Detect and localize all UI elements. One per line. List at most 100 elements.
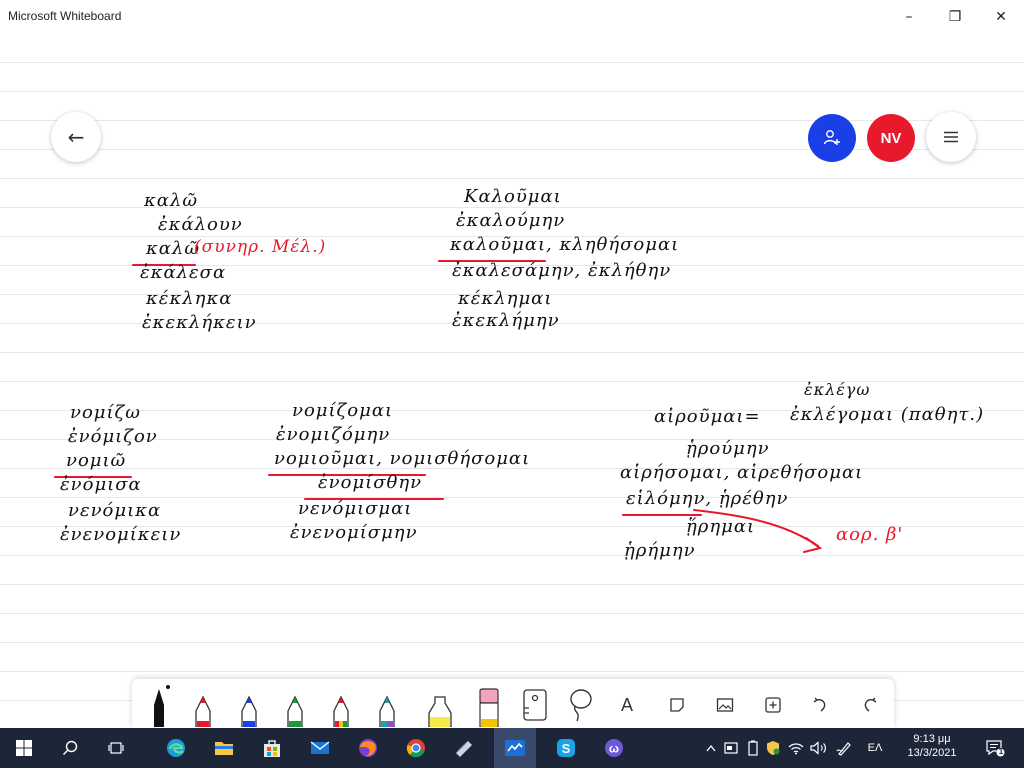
add-person-icon	[823, 130, 840, 145]
edge-icon	[167, 739, 185, 757]
wifi-button[interactable]	[786, 728, 806, 768]
highlighter-tool[interactable]	[420, 683, 460, 727]
pen-green-icon	[287, 695, 303, 727]
store-bag-icon	[264, 740, 280, 757]
shield-icon	[767, 741, 780, 755]
sticky-note-tool[interactable]	[662, 683, 692, 727]
highlighter-icon	[428, 696, 452, 727]
plus-box-icon	[765, 697, 781, 713]
chevron-up-icon	[706, 744, 716, 752]
whiteboard-canvas[interactable]: καλῶ ἐκάλουν καλῶ (συνηρ. Μέλ.) ἐκάλεσα …	[0, 34, 1024, 728]
ink-text: αἱροῦμαι=	[654, 406, 761, 427]
file-explorer-button[interactable]	[206, 728, 242, 768]
battery-icon-button[interactable]	[744, 728, 762, 768]
skype-button[interactable]: S	[548, 728, 584, 768]
ink-text: ᾑρούμην	[686, 438, 770, 459]
image-icon	[716, 698, 734, 712]
tray-window-icon	[724, 742, 738, 754]
pen-red-tool[interactable]	[186, 683, 220, 727]
clock-time: 9:13 μμ	[913, 733, 951, 745]
invite-button[interactable]	[808, 114, 856, 162]
add-content-tool[interactable]	[758, 683, 788, 727]
ink-text: ἐκάλεσα	[140, 262, 227, 283]
ink-text: ἐνομίσθην	[318, 472, 423, 493]
circle-app-icon: ω	[605, 739, 623, 757]
redo-button[interactable]	[854, 683, 884, 727]
search-icon	[63, 740, 78, 755]
task-view-icon	[108, 742, 124, 754]
svg-text:ω: ω	[609, 742, 619, 756]
whiteboard-app-icon	[505, 740, 525, 756]
pen-blue-tool[interactable]	[232, 683, 266, 727]
snip-tool-button[interactable]	[446, 728, 482, 768]
taskbar-clock[interactable]: 9:13 μμ 13/3/2021	[900, 731, 964, 765]
redo-icon	[864, 697, 877, 712]
ink-text: ἐκαλούμην	[456, 210, 566, 231]
ink-text: ἐκεκλήκειν	[142, 312, 257, 333]
avatar-initials: NV	[880, 129, 902, 147]
show-hidden-icons-button[interactable]	[702, 728, 720, 768]
tray-app-icon[interactable]	[722, 728, 740, 768]
ruler-tool[interactable]	[518, 683, 552, 727]
undo-icon	[813, 697, 826, 712]
ink-text: νενόμισμαι	[298, 498, 413, 519]
chrome-icon	[406, 739, 425, 758]
pen-galaxy-tool[interactable]	[370, 683, 404, 727]
eraser-icon	[479, 688, 499, 727]
ink-text: αἱρήσομαι, αἱρεθήσομαι	[620, 462, 864, 483]
undo-button[interactable]	[806, 683, 836, 727]
store-button[interactable]	[254, 728, 290, 768]
mail-icon	[310, 741, 330, 754]
start-button[interactable]	[8, 728, 40, 768]
chrome-button[interactable]	[398, 728, 434, 768]
pen-workspace-button[interactable]	[834, 728, 854, 768]
ink-text: νομιῶ	[66, 450, 127, 471]
text-tool[interactable]: A	[612, 683, 642, 727]
ink-red-note: (συνηρ. Μέλ.)	[194, 237, 327, 257]
hamburger-menu-icon	[944, 131, 958, 143]
ink-red-note: αορ. β'	[836, 524, 904, 545]
ink-text: ἐκεκλήμην	[452, 310, 560, 331]
lasso-icon	[570, 689, 592, 722]
volume-button[interactable]	[808, 728, 830, 768]
webex-button[interactable]: ω	[596, 728, 632, 768]
insert-image-tool[interactable]	[710, 683, 740, 727]
settings-menu-button[interactable]	[926, 112, 976, 162]
defender-icon-button[interactable]	[764, 728, 782, 768]
notifications-button[interactable]: 1	[978, 728, 1012, 768]
pen-rainbow-tool[interactable]	[324, 683, 358, 727]
edge-button[interactable]	[158, 728, 194, 768]
eraser-tool[interactable]	[472, 683, 506, 727]
pen-rainbow-icon	[333, 695, 349, 727]
task-view-button[interactable]	[100, 728, 132, 768]
search-button[interactable]	[54, 728, 86, 768]
pen-green-tool[interactable]	[278, 683, 312, 727]
mail-button[interactable]	[302, 728, 338, 768]
firefox-button[interactable]	[350, 728, 386, 768]
back-button[interactable]: ←	[51, 112, 101, 162]
whiteboard-taskbar-button[interactable]	[494, 728, 536, 768]
input-language-indicator[interactable]: ΕΛ	[860, 728, 890, 768]
ink-text: νομίζομαι	[292, 400, 394, 421]
clock-date: 13/3/2021	[907, 747, 957, 759]
pen-black-tool[interactable]	[142, 683, 176, 727]
ink-text: κέκληκα	[146, 288, 233, 309]
minimize-button[interactable]: –	[886, 0, 932, 34]
ink-text: νενόμικα	[68, 500, 162, 521]
svg-text:S: S	[562, 741, 571, 756]
battery-icon	[748, 740, 758, 756]
inking-toolbar: A	[132, 679, 894, 728]
user-avatar[interactable]: NV	[867, 114, 915, 162]
close-button[interactable]: ✕	[978, 0, 1024, 34]
ink-text: νομιοῦμαι, νομισθήσομαι	[274, 448, 531, 469]
notification-count: 1	[998, 747, 1004, 756]
ink-text: ἐνόμιζον	[68, 426, 158, 447]
lasso-tool[interactable]	[564, 683, 598, 727]
arrow-left-icon: ←	[67, 125, 85, 149]
maximize-button[interactable]: ❐	[932, 0, 978, 34]
pen-black-icon	[154, 685, 170, 727]
ink-text: ἐκλέγω	[804, 380, 871, 399]
ink-text: νομίζω	[70, 402, 141, 423]
ink-text: κέκλημαι	[458, 288, 553, 309]
ink-text: καλοῦμαι, κληθήσομαι	[450, 234, 680, 255]
